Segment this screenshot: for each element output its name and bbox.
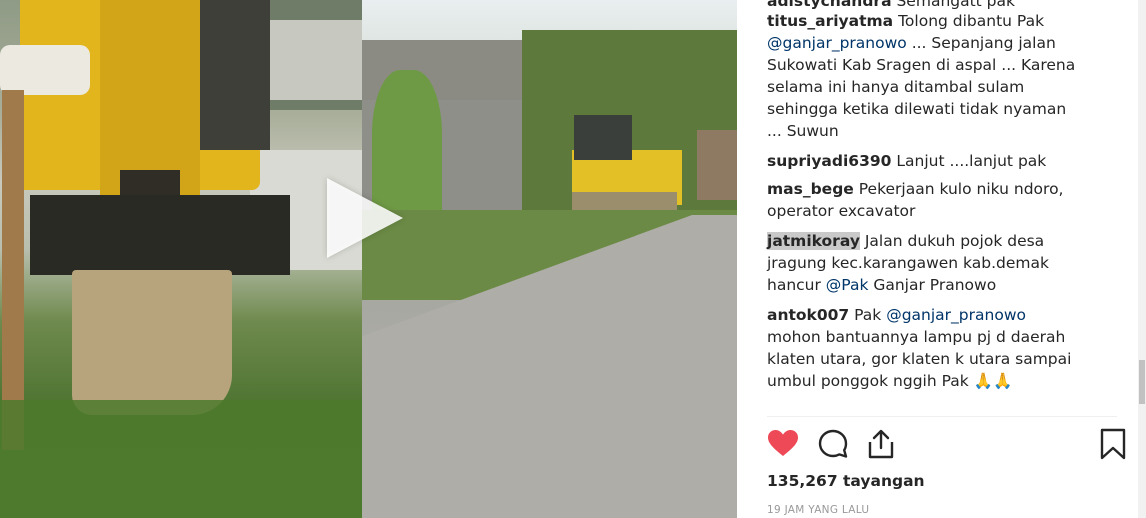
- comment-item: supriyadi6390 Lanjut ....lanjut pak: [767, 150, 1146, 172]
- truck: [697, 130, 737, 200]
- comment-text: Ganjar Pranowo: [868, 276, 997, 294]
- comment-item: jatmikoray Jalan dukuh pojok desa jragun…: [767, 230, 1146, 296]
- post-video[interactable]: [0, 0, 737, 518]
- comment-item: mas_bege Pekerjaan kulo niku ndoro, oper…: [767, 178, 1146, 222]
- grass-foreground: [0, 400, 362, 518]
- heart-icon[interactable]: [767, 428, 799, 460]
- divider: [767, 416, 1117, 417]
- comment-username[interactable]: mas_bege: [767, 180, 854, 198]
- scrollbar[interactable]: [1138, 0, 1146, 518]
- comment-text: Lanjut ....lanjut pak: [896, 152, 1047, 170]
- post-actions: [767, 428, 1129, 462]
- comment-username[interactable]: antok007: [767, 306, 849, 324]
- comment-text: Pak: [854, 306, 887, 324]
- excavator-track: [30, 195, 290, 275]
- play-icon[interactable]: [327, 178, 403, 258]
- comment-username[interactable]: titus_ariyatma: [767, 12, 893, 30]
- video-right-frame: [362, 0, 737, 518]
- scrollbar-thumb[interactable]: [1139, 360, 1145, 404]
- post-sidebar: adistychandra Semangatt pak titus_ariyatm…: [737, 0, 1146, 518]
- share-icon[interactable]: [865, 428, 897, 460]
- comment-mention[interactable]: @ganjar_pranowo: [767, 34, 907, 52]
- comment-text: Semangatt pak: [896, 0, 1015, 10]
- wooden-stake: [2, 90, 24, 450]
- excavator-counterweight: [0, 45, 90, 95]
- comment-icon[interactable]: [817, 428, 849, 460]
- comment-item: antok007 Pak @ganjar_pranowo mohon bantu…: [767, 304, 1146, 392]
- comment-mention[interactable]: @Pak: [826, 276, 869, 294]
- bookmark-icon[interactable]: [1097, 428, 1129, 460]
- post-timestamp[interactable]: 19 JAM YANG LALU: [767, 504, 869, 516]
- video-left-frame: [0, 0, 362, 518]
- comment-text: mohon bantuannya lampu pj d daerah klate…: [767, 328, 1072, 390]
- comment-item: titus_ariyatma Tolong dibantu Pak @ganja…: [767, 10, 1146, 142]
- excavator-bucket: [72, 270, 232, 415]
- view-count[interactable]: 135,267 tayangan: [767, 472, 925, 490]
- distant-excavator-cab: [574, 115, 632, 160]
- distant-excavator-bucket: [572, 192, 677, 212]
- comment-username[interactable]: adistychandra: [767, 0, 892, 10]
- comment-username[interactable]: supriyadi6390: [767, 152, 891, 170]
- comment-text: Tolong dibantu Pak: [898, 12, 1045, 30]
- comment-username[interactable]: jatmikoray: [767, 232, 860, 250]
- comment-mention[interactable]: @ganjar_pranowo: [886, 306, 1026, 324]
- background-wall: [270, 20, 362, 100]
